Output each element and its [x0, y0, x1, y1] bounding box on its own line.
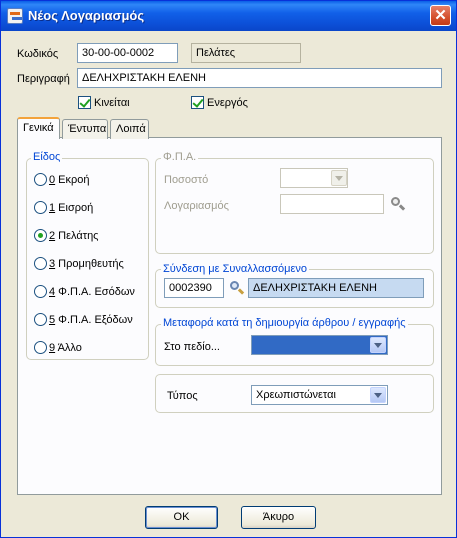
- moving-checkbox[interactable]: [78, 96, 91, 109]
- category-field: Πελάτες: [191, 43, 301, 63]
- link-group-title: Σύνδεση με Συναλλασσόμενο: [161, 263, 310, 275]
- radio-supplier-label: 3 Προμηθευτής: [49, 258, 124, 270]
- radio-inflow[interactable]: [34, 201, 47, 214]
- radio-vat-income-label: 4 Φ.Π.Α. Εσόδων: [49, 286, 135, 298]
- radio-inflow-label: 1 Εισροή: [49, 202, 94, 214]
- title-bar[interactable]: Νέος Λογαριασμός ✕: [1, 1, 456, 31]
- radio-outflow-label: 0 Εκροή: [49, 174, 90, 186]
- vat-account-search-icon[interactable]: [390, 196, 406, 212]
- tab-general[interactable]: Γενικά: [17, 117, 60, 139]
- cancel-button[interactable]: Άκυρο: [241, 506, 316, 529]
- radio-vat-income[interactable]: [34, 285, 47, 298]
- vat-account-field[interactable]: [280, 194, 384, 214]
- radio-outflow[interactable]: [34, 173, 47, 186]
- kind-dropdown-icon[interactable]: [370, 387, 386, 403]
- description-label: Περιγραφή: [17, 73, 70, 85]
- code-label: Κωδικός: [17, 48, 59, 60]
- app-icon: [7, 8, 23, 24]
- trader-code-field[interactable]: 0002390: [164, 278, 224, 298]
- radio-customer-label: 2 Πελάτης: [49, 230, 99, 242]
- code-field[interactable]: 30-00-00-0002: [77, 43, 178, 63]
- transfer-field-select[interactable]: [251, 335, 388, 355]
- description-field[interactable]: ΔΕΛΗΧΡΙΣΤΑΚΗ ΕΛΕΝΗ: [77, 68, 442, 88]
- type-group-title: Είδος: [31, 151, 63, 163]
- trader-search-icon[interactable]: [229, 280, 245, 296]
- active-checkbox[interactable]: [191, 96, 204, 109]
- transfer-dropdown-icon[interactable]: [370, 337, 386, 353]
- vat-group-title: Φ.Π.Α.: [161, 151, 199, 163]
- radio-other[interactable]: [34, 341, 47, 354]
- trader-name-field: ΔΕΛΗΧΡΙΣΤΑΚΗ ΕΛΕΝΗ: [248, 278, 424, 298]
- vat-percent-dropdown-icon[interactable]: [331, 170, 347, 186]
- window-title: Νέος Λογαριασμός: [28, 8, 145, 23]
- tab-forms[interactable]: Έντυπα: [62, 119, 108, 139]
- tab-other[interactable]: Λοιπά: [110, 119, 149, 139]
- radio-supplier[interactable]: [34, 257, 47, 270]
- vat-percent-label: Ποσοστό: [164, 174, 209, 186]
- kind-select[interactable]: Χρεωπιστώνεται: [251, 385, 388, 405]
- transfer-field-label: Στο πεδίο...: [164, 341, 220, 353]
- radio-other-label: 9 Άλλο: [49, 342, 82, 354]
- dialog-window: Νέος Λογαριασμός ✕ Κωδικός 30-00-00-0002…: [0, 0, 457, 538]
- radio-vat-expense[interactable]: [34, 313, 47, 326]
- active-label: Ενεργός: [207, 97, 248, 109]
- transfer-group-title: Μεταφορά κατά τη δημιουργία άρθρου / εγγ…: [161, 317, 408, 329]
- kind-label: Τύπος: [167, 390, 198, 402]
- radio-vat-expense-label: 5 Φ.Π.Α. Εξόδων: [49, 314, 133, 326]
- close-button[interactable]: ✕: [430, 5, 451, 26]
- radio-customer[interactable]: [34, 229, 47, 242]
- moving-label: Κινείται: [94, 97, 130, 109]
- vat-account-label: Λογαριασμός: [164, 200, 229, 212]
- ok-button[interactable]: OK: [145, 506, 218, 529]
